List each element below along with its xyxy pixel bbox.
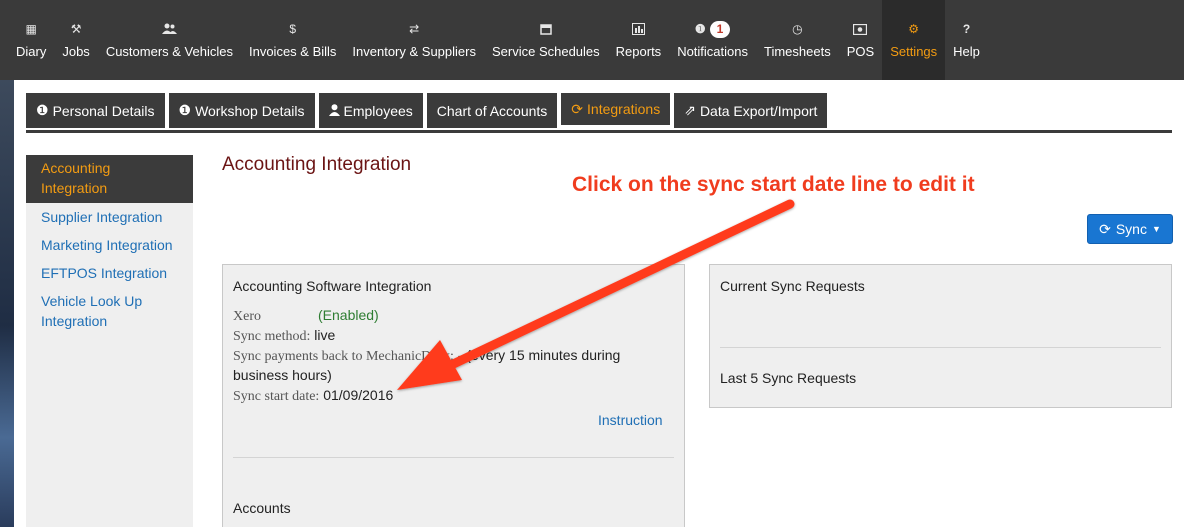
nav-invoices-bills[interactable]: $ Invoices & Bills [241, 0, 344, 80]
user-icon [328, 103, 340, 119]
tab-data-export-import[interactable]: ⇗ Data Export/Import [674, 93, 828, 128]
tab-label: Chart of Accounts [436, 102, 548, 119]
refresh-icon: ⟳ [1099, 220, 1111, 237]
desktop-background [0, 80, 14, 527]
nav-help[interactable]: ? Help [945, 0, 988, 80]
nav-label: POS [846, 44, 875, 59]
nav-label: Jobs [62, 44, 90, 59]
question-icon: ? [962, 22, 971, 36]
sync-start-date-value: 01/09/2016 [323, 387, 394, 403]
retweet-icon: ⇄ [409, 22, 420, 36]
panel-divider [233, 457, 674, 458]
info-circle-icon: ❶ [178, 102, 192, 118]
bar-chart-icon [631, 21, 645, 37]
tab-label: Employees [343, 102, 413, 119]
settings-content: ❶ Personal Details ❶ Workshop Details Em… [14, 80, 1184, 527]
nav-settings[interactable]: ⚙ Settings [882, 0, 946, 80]
nav-notifications[interactable]: ❶ 1 Notifications [669, 0, 756, 80]
caret-down-icon: ▼ [1151, 224, 1161, 234]
money-icon [853, 21, 868, 37]
wrench-icon: ⚒ [70, 22, 82, 36]
provider-status: (Enabled) [318, 307, 379, 323]
nav-customers-vehicles[interactable]: Customers & Vehicles [98, 0, 241, 80]
nav-label: Settings [890, 44, 938, 59]
nav-jobs[interactable]: ⚒ Jobs [54, 0, 97, 80]
nav-label: Invoices & Bills [248, 44, 337, 59]
nav-label: Service Schedules [491, 44, 600, 59]
nav-label: Diary [16, 44, 47, 59]
sidebar-item-supplier-integration[interactable]: Supplier Integration [26, 203, 193, 231]
sync-method-row: Sync method: live [233, 327, 335, 345]
sync-payments-value: - (every 15 minutes during [457, 347, 621, 363]
sync-payments-row: Sync payments back to MechanicDesk: - (e… [233, 347, 620, 365]
panel-divider [720, 347, 1161, 348]
nav-pos[interactable]: POS [839, 0, 882, 80]
notification-indicator: ❶ 1 [694, 20, 731, 38]
nav-timesheets[interactable]: ◷ Timesheets [756, 0, 839, 80]
tab-personal-details[interactable]: ❶ Personal Details [26, 93, 165, 128]
last-sync-requests-title: Last 5 Sync Requests [720, 370, 857, 386]
sync-requests-panel: Current Sync Requests Last 5 Sync Reques… [709, 264, 1172, 408]
sidebar-item-marketing-integration[interactable]: Marketing Integration [26, 231, 193, 259]
tab-chart-of-accounts[interactable]: Chart of Accounts [426, 93, 558, 128]
annotation-callout: Click on the sync start date line to edi… [572, 173, 975, 196]
tab-workshop-details[interactable]: ❶ Workshop Details [168, 93, 315, 128]
sidebar-item-eftpos-integration[interactable]: EFTPOS Integration [26, 259, 193, 287]
tab-label: Integrations [587, 101, 661, 117]
sync-method-label: Sync method: [233, 329, 311, 344]
dollar-icon: $ [289, 22, 297, 36]
cogs-icon: ⚙ [908, 22, 920, 36]
users-icon [161, 21, 177, 37]
accounts-title: Accounts [233, 500, 291, 516]
tab-underline [26, 130, 1172, 133]
sync-payments-label: Sync payments back to MechanicDesk: [233, 349, 454, 364]
sync-method-value: live [314, 327, 336, 343]
external-link-icon: ⇗ [684, 102, 696, 118]
sync-start-date-label: Sync start date: [233, 389, 320, 404]
tab-label: Data Export/Import [699, 102, 818, 119]
nav-reports[interactable]: Reports [608, 0, 670, 80]
notification-count-badge: 1 [709, 20, 731, 38]
page-title: Accounting Integration [222, 154, 412, 175]
sync-button-label: Sync [1115, 221, 1147, 237]
settings-tabs: ❶ Personal Details ❶ Workshop Details Em… [26, 93, 828, 128]
nav-inventory-suppliers[interactable]: ⇄ Inventory & Suppliers [344, 0, 484, 80]
nav-label: Reports [615, 44, 662, 59]
tab-label: Personal Details [52, 102, 155, 119]
current-sync-requests-title: Current Sync Requests [720, 278, 865, 294]
provider-name: Xero [233, 309, 261, 324]
sync-payments-value-line2: business hours) [233, 367, 332, 383]
clock-icon: ◷ [792, 22, 803, 36]
info-icon: ❶ [694, 22, 706, 36]
nav-label: Notifications [677, 44, 748, 59]
integration-sidebar: Accounting Integration Supplier Integrat… [26, 155, 193, 527]
nav-label: Timesheets [764, 44, 831, 59]
refresh-icon: ⟳ [571, 100, 584, 117]
sidebar-item-accounting-integration[interactable]: Accounting Integration [26, 155, 193, 203]
nav-label: Help [953, 44, 980, 59]
nav-label: Customers & Vehicles [105, 44, 233, 59]
calendar-icon: ▦ [25, 22, 37, 36]
sync-start-date-row[interactable]: Sync start date: 01/09/2016 [233, 387, 393, 405]
tab-integrations[interactable]: ⟳ Integrations [561, 93, 671, 128]
panel-title: Accounting Software Integration [233, 278, 432, 294]
accounting-software-panel: Accounting Software Integration Xero (En… [222, 264, 685, 527]
sidebar-item-vehicle-look-up-integration[interactable]: Vehicle Look Up Integration [26, 287, 193, 335]
info-circle-icon: ❶ [36, 102, 49, 118]
nav-service-schedules[interactable]: Service Schedules [484, 0, 608, 80]
tab-label: Workshop Details [195, 102, 305, 119]
sync-dropdown-button[interactable]: ⟳ Sync ▼ [1087, 214, 1173, 244]
top-navigation: ▦ Diary ⚒ Jobs Customers & Vehicles $ In… [0, 0, 1184, 80]
calendar-blank-icon [540, 21, 552, 37]
nav-diary[interactable]: ▦ Diary [8, 0, 54, 80]
tab-employees[interactable]: Employees [318, 93, 423, 128]
provider-row: Xero (Enabled) [233, 307, 379, 325]
instruction-link[interactable]: Instruction [598, 412, 663, 428]
nav-label: Inventory & Suppliers [352, 44, 476, 59]
